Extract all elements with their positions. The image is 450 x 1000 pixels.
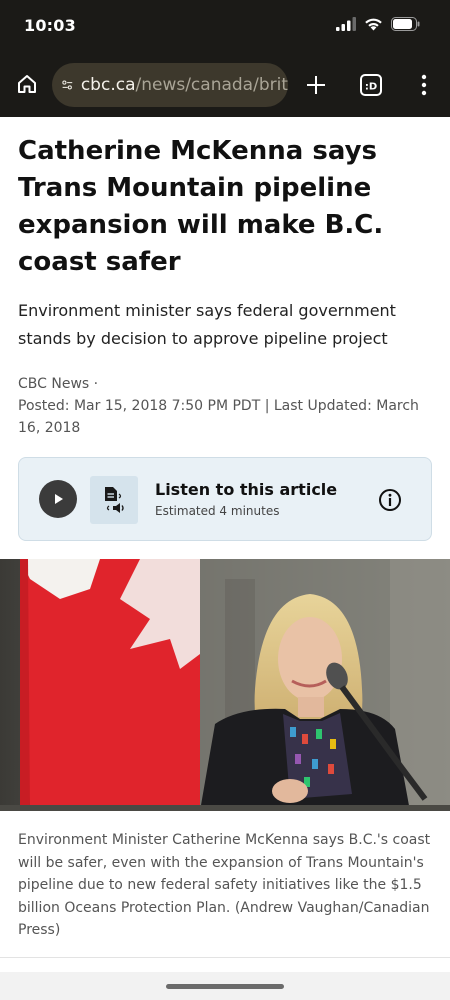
article-byline: CBC News · Posted: Mar 15, 2018 7:50 PM …: [18, 373, 432, 439]
home-indicator[interactable]: [166, 984, 284, 989]
play-icon: [55, 494, 63, 504]
listen-duration: Estimated 4 minutes: [155, 504, 280, 518]
listen-card: Listen to this article Estimated 4 minut…: [18, 457, 432, 541]
signal-icon: [336, 17, 356, 31]
home-icon: [18, 75, 36, 93]
info-button[interactable]: [377, 487, 403, 513]
url-text: cbc.ca/news/canada/brit: [81, 75, 288, 95]
article-headline: Catherine McKenna says Trans Mountain pi…: [18, 136, 384, 277]
home-button[interactable]: [12, 69, 42, 99]
menu-button[interactable]: [408, 69, 440, 101]
article-source[interactable]: CBC News ·: [18, 373, 432, 395]
play-button[interactable]: [39, 480, 77, 518]
tab-switcher-button[interactable]: :D: [355, 69, 387, 101]
url-path: /news/canada/brit: [135, 75, 288, 95]
system-nav-bar: [0, 972, 450, 1000]
info-icon: [379, 489, 401, 511]
listen-title: Listen to this article: [155, 480, 338, 499]
article-photo: [0, 559, 450, 811]
battery-icon: [391, 17, 420, 31]
tab-count: :D: [365, 82, 377, 93]
article-dates: Posted: Mar 15, 2018 7:50 PM PDT | Last …: [18, 398, 419, 436]
status-icons: [336, 17, 420, 31]
tab-switcher-icon: :D: [360, 74, 382, 96]
article-deck: Environment minister says federal govern…: [18, 301, 396, 348]
address-bar[interactable]: cbc.ca/news/canada/brit: [52, 63, 288, 107]
status-time: 10:03: [24, 16, 76, 35]
more-vert-icon: [421, 74, 427, 96]
photo-caption: Environment Minister Catherine McKenna s…: [18, 832, 431, 938]
plus-icon: [307, 76, 325, 94]
url-domain: cbc.ca: [80, 75, 136, 95]
site-settings-icon[interactable]: [62, 77, 73, 93]
text-to-speech-icon: [90, 476, 138, 524]
wifi-icon: [365, 18, 382, 31]
divider: [0, 957, 450, 958]
new-tab-button[interactable]: [300, 69, 332, 101]
browser-toolbar: cbc.ca/news/canada/brit :D: [0, 55, 450, 117]
status-bar: 10:03: [0, 0, 450, 55]
